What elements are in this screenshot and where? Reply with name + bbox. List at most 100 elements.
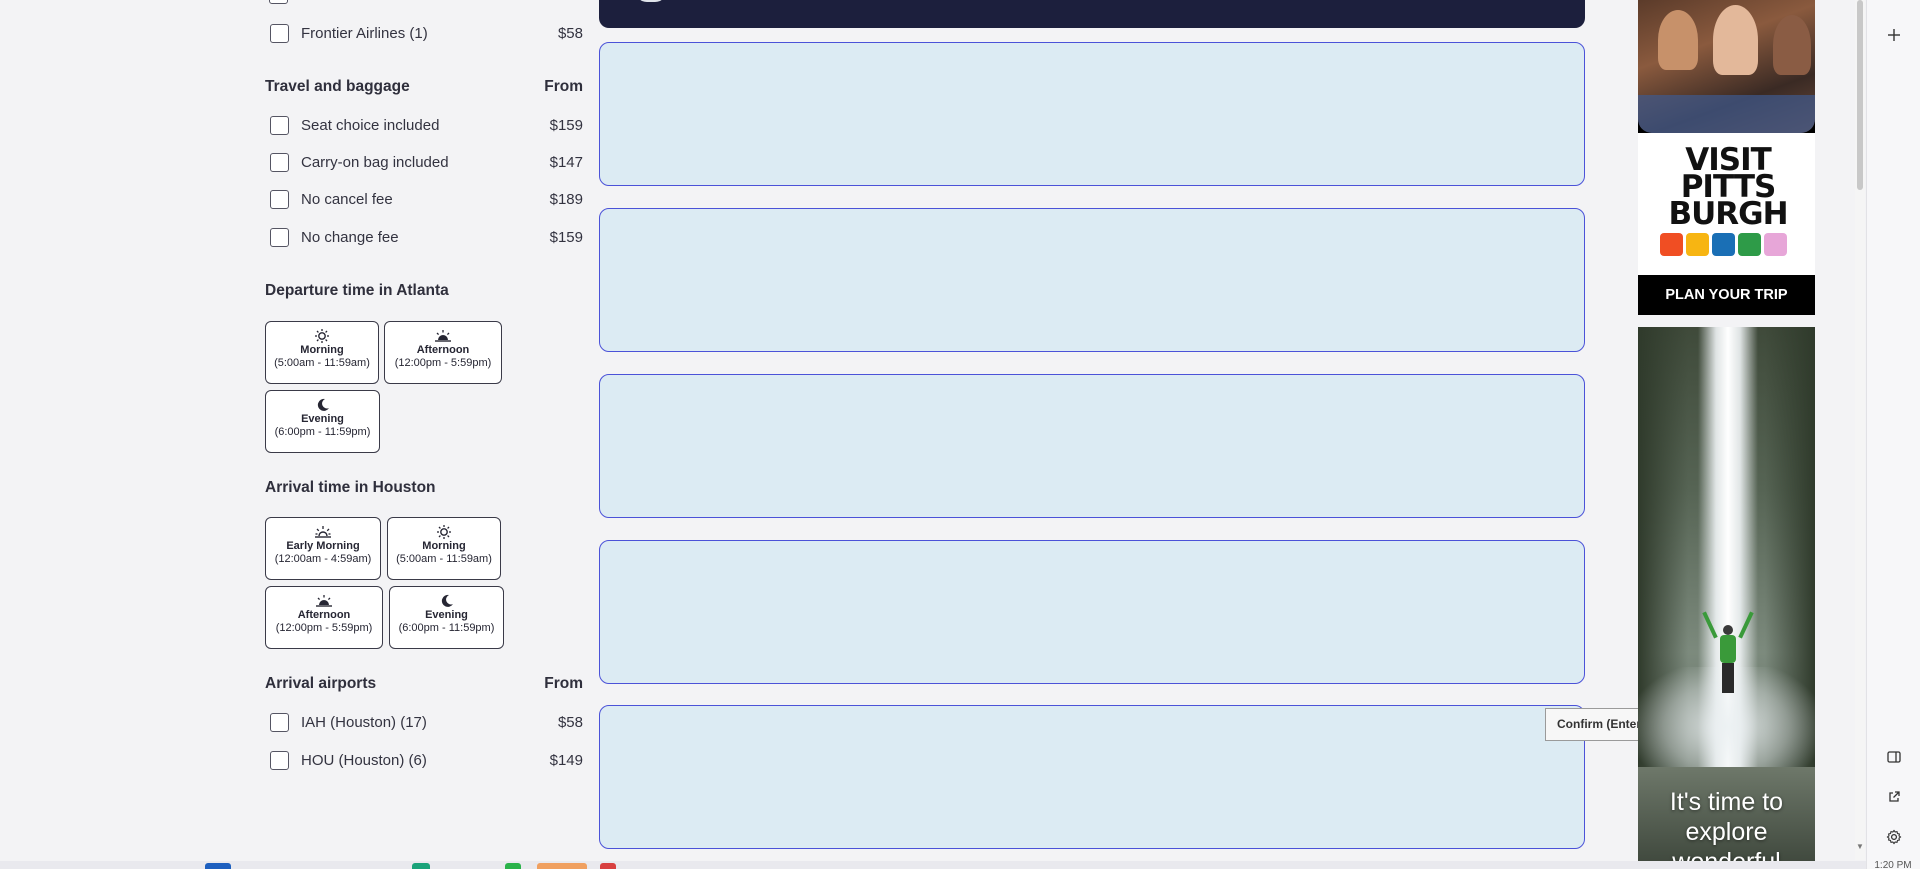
time-name: Early Morning	[286, 540, 360, 552]
sun-icon	[437, 525, 451, 539]
page-scrollbar[interactable]: ▼	[1855, 0, 1865, 860]
section-from-label: From	[544, 78, 583, 95]
checkbox[interactable]	[270, 115, 289, 135]
filter-row-frontier[interactable]: Frontier Airlines (1) $58	[265, 20, 583, 46]
checkbox[interactable]	[270, 23, 289, 43]
time-name: Afternoon	[416, 344, 470, 356]
swatch-green	[1738, 233, 1761, 256]
filter-label: No cancel fee	[301, 190, 393, 208]
time-name: Morning	[300, 344, 344, 356]
time-name: Evening	[301, 413, 344, 425]
section-title: Travel and baggage	[265, 78, 410, 95]
gear-icon[interactable]	[1883, 826, 1905, 848]
filter-price: $147	[549, 153, 583, 171]
travel-baggage-header: Travel and baggage From	[265, 78, 583, 100]
promo-banner[interactable]	[599, 0, 1585, 28]
panel-icon[interactable]	[1883, 746, 1905, 768]
taskbar-app-icon[interactable]	[505, 863, 521, 869]
swatch-pink	[1764, 233, 1787, 256]
photo-table	[1638, 95, 1815, 133]
waterfall-ad[interactable]: It's time to explore wonderful	[1638, 327, 1815, 869]
external-link-icon[interactable]	[1883, 786, 1905, 808]
arrival-afternoon-button[interactable]: Afternoon (12:00pm - 5:59pm)	[265, 586, 383, 649]
filter-label: Frontier Airlines (1)	[301, 24, 428, 42]
departure-morning-button[interactable]: Morning (5:00am - 11:59am)	[265, 321, 379, 384]
filter-label: HOU (Houston) (6)	[301, 751, 427, 769]
result-card-loading[interactable]	[599, 42, 1585, 186]
arrival-early-morning-button[interactable]: Early Morning (12:00am - 4:59am)	[265, 517, 381, 580]
ad-brand-block: VISIT PITTS BURGH	[1638, 133, 1815, 275]
checkbox[interactable]	[270, 712, 289, 732]
result-card-loading[interactable]	[599, 540, 1585, 684]
arrival-evening-button[interactable]: Evening (6:00pm - 11:59pm)	[389, 586, 504, 649]
checkbox[interactable]	[270, 189, 289, 209]
taskbar	[0, 861, 1866, 869]
brand-swatches	[1660, 233, 1787, 256]
sunrise-icon	[315, 526, 331, 538]
filter-label: Seat choice included	[301, 116, 440, 134]
time-range: (12:00am - 4:59am)	[274, 553, 372, 565]
time-range: (6:00pm - 11:59pm)	[398, 622, 495, 634]
section-from-label: From	[544, 675, 583, 692]
section-title: Arrival airports	[265, 675, 377, 692]
time-name: Morning	[422, 540, 466, 552]
scroll-down-arrow[interactable]: ▼	[1855, 842, 1865, 852]
time-range: (12:00pm - 5:59pm)	[275, 622, 373, 634]
photo-person	[1658, 10, 1698, 70]
filter-price: $159	[549, 116, 583, 134]
system-clock: 1:20 PM	[1874, 860, 1912, 869]
filter-row-iah[interactable]: IAH (Houston) (17) $58	[265, 709, 583, 735]
sun-icon	[315, 329, 329, 343]
departure-evening-button[interactable]: Evening (6:00pm - 11:59pm)	[265, 390, 380, 453]
moon-icon	[317, 398, 329, 411]
filter-price: $159	[549, 228, 583, 246]
photo-person	[1713, 5, 1758, 75]
swatch-orange	[1660, 233, 1683, 256]
time-range: (12:00pm - 5:59pm)	[394, 357, 492, 369]
sunset-icon	[316, 595, 332, 607]
filter-price: $58	[557, 713, 583, 731]
taskbar-app-icon[interactable]	[412, 863, 430, 869]
airline-checkbox-cutoff[interactable]	[269, 0, 288, 4]
result-card-loading[interactable]	[599, 705, 1585, 849]
filter-price: $189	[549, 190, 583, 208]
browser-side-panel	[1866, 0, 1920, 869]
photo-person	[1773, 15, 1811, 75]
time-range: (6:00pm - 11:59pm)	[274, 426, 371, 438]
ad-brand-logo: VISIT PITTS BURGH	[1668, 142, 1788, 232]
arrival-morning-button[interactable]: Morning (5:00am - 11:59am)	[387, 517, 501, 580]
ad-hiker	[1702, 611, 1754, 697]
filter-label: IAH (Houston) (17)	[301, 713, 427, 731]
ad-photo	[1638, 0, 1815, 133]
scrollbar-thumb[interactable]	[1857, 0, 1863, 190]
visit-pittsburgh-ad[interactable]: VISIT PITTS BURGH PLAN YOUR TRIP	[1638, 0, 1815, 315]
filter-row-carry-on[interactable]: Carry-on bag included $147	[265, 149, 583, 175]
time-name: Afternoon	[297, 609, 351, 621]
result-card-loading[interactable]	[599, 208, 1585, 352]
plan-your-trip-button[interactable]: PLAN YOUR TRIP	[1638, 275, 1815, 315]
checkbox[interactable]	[270, 750, 289, 770]
filter-row-seat-choice[interactable]: Seat choice included $159	[265, 112, 583, 138]
filter-row-no-cancel-fee[interactable]: No cancel fee $189	[265, 186, 583, 212]
plus-icon[interactable]	[1883, 24, 1905, 46]
time-range: (5:00am - 11:59am)	[396, 553, 492, 565]
time-name: Evening	[425, 609, 468, 621]
departure-afternoon-button[interactable]: Afternoon (12:00pm - 5:59pm)	[384, 321, 502, 384]
swatch-blue	[1712, 233, 1735, 256]
banner-avatar	[635, 0, 667, 2]
arrival-time-header: Arrival time in Houston	[265, 479, 583, 501]
swatch-yellow	[1686, 233, 1709, 256]
checkbox[interactable]	[270, 152, 289, 172]
taskbar-app-icon[interactable]	[600, 863, 616, 869]
taskbar-app-icon[interactable]	[537, 863, 587, 869]
sunset-icon	[435, 330, 451, 342]
result-card-loading[interactable]	[599, 374, 1585, 518]
section-title: Departure time in Atlanta	[265, 282, 449, 299]
filter-price: $149	[549, 751, 583, 769]
checkbox[interactable]	[270, 227, 289, 247]
filter-price: $58	[557, 24, 583, 42]
departure-time-header: Departure time in Atlanta	[265, 282, 583, 304]
filter-row-hou[interactable]: HOU (Houston) (6) $149	[265, 747, 583, 773]
taskbar-app-icon[interactable]	[205, 863, 231, 869]
filter-row-no-change-fee[interactable]: No change fee $159	[265, 224, 583, 250]
